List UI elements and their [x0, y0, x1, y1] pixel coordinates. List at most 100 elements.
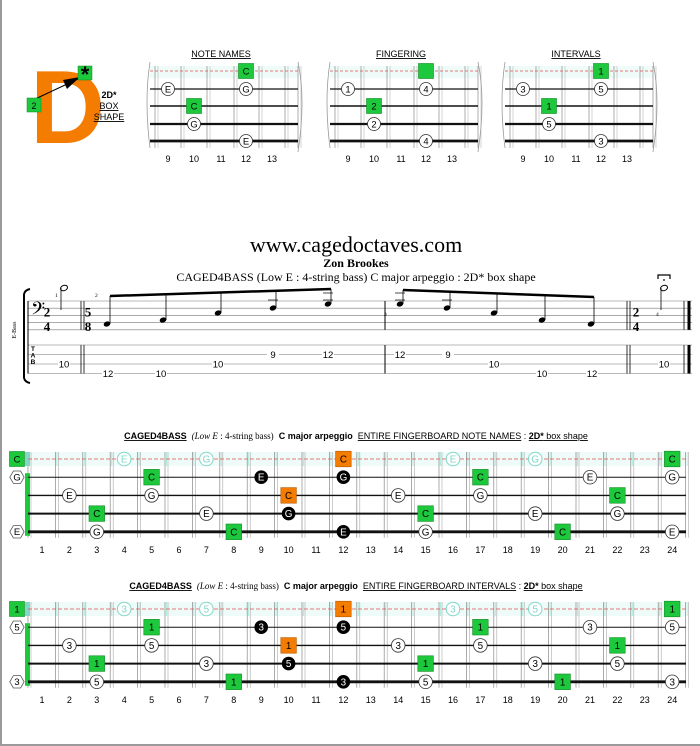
title-part: (Low E — [197, 581, 224, 591]
note-label: 1 — [149, 623, 154, 634]
note-label: C — [93, 509, 100, 520]
fret-number: 9 — [259, 695, 264, 705]
fret-number: 10 — [284, 545, 294, 555]
note-label: G — [614, 509, 622, 520]
title-part: box shape — [544, 431, 588, 441]
fret-number: 17 — [475, 695, 485, 705]
fret-number: 14 — [393, 695, 403, 705]
note-label: C — [340, 455, 347, 466]
fret-number: 7 — [204, 695, 209, 705]
fret-number: 24 — [667, 695, 677, 705]
fret-number: 9 — [259, 545, 264, 555]
note-label: 3 — [258, 623, 264, 634]
note-label: E — [532, 509, 539, 520]
fret-number: 22 — [612, 695, 622, 705]
fret-number: 16 — [448, 695, 458, 705]
note-label: 3 — [341, 677, 347, 688]
title-part: C major arpeggio — [284, 581, 359, 591]
note-label: 3 — [121, 605, 127, 616]
title-part: ENTIRE FINGERBOARD NOTE NAMES — [358, 431, 522, 441]
note-label: G — [93, 527, 101, 538]
fingerboard-title: CAGED4BASS (Low E : 4-string bass) C maj… — [124, 431, 588, 441]
note-label: 3 — [669, 677, 675, 688]
note-label: 1 — [669, 605, 674, 616]
fret-number: 21 — [585, 545, 595, 555]
note-label: G — [422, 527, 430, 538]
note-label: G — [203, 455, 211, 466]
fret-number: 2 — [67, 695, 72, 705]
note-label: E — [669, 527, 676, 538]
note-label: G — [340, 473, 348, 484]
note-label: 5 — [423, 677, 429, 688]
note-label: 3 — [450, 605, 456, 616]
title-part: CAGED4BASS — [124, 431, 187, 441]
note-label: 1 — [286, 641, 291, 652]
note-label: 5 — [14, 622, 19, 633]
note-label: G — [285, 509, 293, 520]
note-label: 5 — [341, 623, 347, 634]
note-label: G — [531, 455, 539, 466]
fret-number: 6 — [176, 695, 181, 705]
fret-number: 12 — [338, 545, 348, 555]
fret-number: 14 — [393, 545, 403, 555]
title-part: 2D* — [529, 431, 545, 441]
note-label: G — [477, 491, 485, 502]
note-label: E — [14, 526, 20, 537]
note-label: 5 — [532, 605, 538, 616]
note-label: E — [450, 455, 457, 466]
title-part: (Low E — [192, 431, 219, 441]
note-label: G — [148, 491, 156, 502]
note-label: E — [203, 509, 210, 520]
fret-number: 7 — [204, 545, 209, 555]
fret-number: 3 — [94, 545, 99, 555]
note-label: 1 — [423, 659, 428, 670]
title-part: C major arpeggio — [279, 431, 354, 441]
note-label: E — [340, 527, 347, 538]
note-label: C — [285, 491, 292, 502]
title-part: 2D* — [524, 581, 540, 591]
fret-number: 23 — [640, 545, 650, 555]
fingerboards: CAGED4BASS (Low E : 4-string bass) C maj… — [9, 431, 689, 705]
fret-number: 17 — [475, 545, 485, 555]
fret-number: 1 — [39, 545, 44, 555]
note-label: C — [148, 473, 155, 484]
nut-highlight — [25, 473, 30, 536]
fret-number: 15 — [421, 545, 431, 555]
fret-number: 18 — [503, 545, 513, 555]
fret-number: 13 — [366, 695, 376, 705]
note-label: 5 — [94, 677, 100, 688]
fingerboard-note-names: CAGED4BASS (Low E : 4-string bass) C maj… — [9, 431, 689, 555]
fret-number: 10 — [284, 695, 294, 705]
fret-number: 1 — [39, 695, 44, 705]
fret-number: 18 — [503, 695, 513, 705]
fret-number: 21 — [585, 695, 595, 705]
fret-number: 19 — [530, 695, 540, 705]
fret-number: 5 — [149, 695, 154, 705]
fret-number: 20 — [558, 695, 568, 705]
note-label: 1 — [341, 605, 346, 616]
note-label: G — [13, 472, 20, 483]
nut-highlight — [25, 623, 30, 686]
note-label: 1 — [615, 641, 620, 652]
fret-number: 3 — [94, 695, 99, 705]
note-label: 3 — [532, 659, 538, 670]
note-label: 3 — [587, 623, 593, 634]
fret-number: 24 — [667, 545, 677, 555]
fingerboard-intervals: CAGED4BASS (Low E : 4-string bass) C maj… — [9, 581, 689, 705]
title-part: : 4-string bass) — [223, 581, 279, 591]
note-label: C — [230, 527, 237, 538]
note-label: C — [669, 455, 676, 466]
fret-number: 6 — [176, 545, 181, 555]
note-label: 5 — [615, 659, 621, 670]
fret-number: 4 — [122, 545, 127, 555]
fret-number: 8 — [231, 545, 236, 555]
fret-number: 12 — [338, 695, 348, 705]
note-label: E — [258, 473, 265, 484]
note-label: 3 — [204, 659, 210, 670]
note-label: C — [477, 473, 484, 484]
title-part: : 4-string bass) — [218, 431, 274, 441]
note-label: C — [559, 527, 566, 538]
note-label: 3 — [67, 641, 73, 652]
note-label: 5 — [669, 623, 675, 634]
title-part: : — [516, 581, 524, 591]
